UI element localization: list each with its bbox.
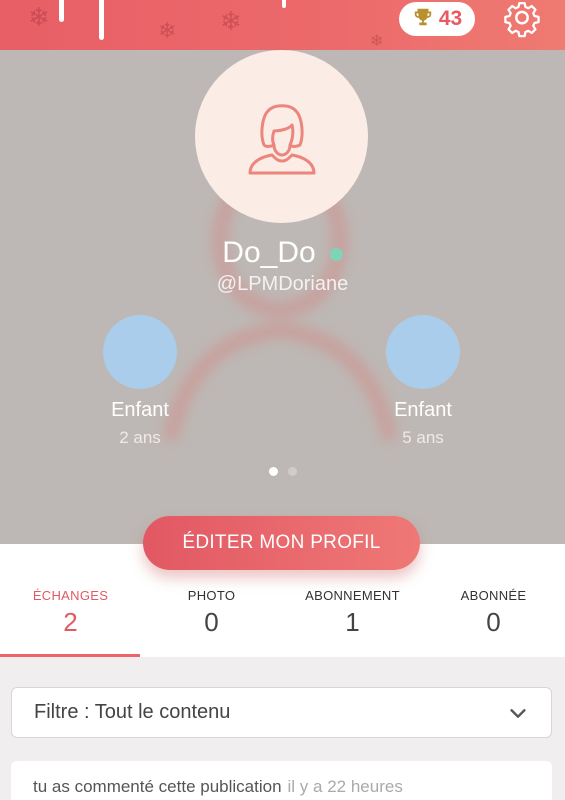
carousel-dot[interactable] <box>287 467 297 476</box>
tab-photo[interactable]: PHOTO 0 <box>141 588 282 638</box>
child-age: 2 ans <box>119 428 161 447</box>
stat-label: ABONNEMENT <box>305 588 400 603</box>
stat-value: 0 <box>204 607 219 637</box>
trophy-icon <box>412 6 434 33</box>
snowflake-icon: ❄ <box>28 2 50 32</box>
trophy-count: 43 <box>438 7 463 30</box>
activity-text: tu as commenté cette publication <box>33 777 282 796</box>
gear-icon <box>504 1 540 38</box>
snowflake-icon: ❄ <box>370 33 384 50</box>
carousel-dot-active[interactable] <box>268 467 278 476</box>
stat-value: 1 <box>345 607 360 637</box>
activity-timestamp: il y a 22 heures <box>287 777 403 796</box>
active-tab-underline <box>0 654 140 657</box>
stat-label: ABONNÉE <box>460 588 527 603</box>
stat-label: ÉCHANGES <box>32 588 109 603</box>
profile-avatar[interactable] <box>195 50 368 223</box>
icicle-decoration <box>282 0 286 8</box>
top-bar: ❄ ❄ ❄ ❄ 43 <box>0 0 565 50</box>
stat-value: 2 <box>63 607 78 637</box>
child-label: Enfant <box>111 399 169 421</box>
icicle-decoration <box>99 0 104 40</box>
filter-label: Filtre : Tout le contenu <box>34 701 231 723</box>
profile-header: Do_Do @LPMDoriane Enfant 2 ans Enfant 5 … <box>0 50 565 544</box>
settings-button[interactable] <box>503 0 541 38</box>
content-filter-select[interactable]: Filtre : Tout le contenu <box>11 687 552 738</box>
snowflake-icon: ❄ <box>220 6 242 36</box>
icicle-decoration <box>59 0 64 22</box>
edit-profile-button[interactable]: ÉDITER MON PROFIL <box>143 516 420 570</box>
child-card[interactable]: Enfant 2 ans <box>60 315 220 448</box>
carousel-indicator <box>0 463 565 481</box>
tab-echanges[interactable]: ÉCHANGES 2 <box>0 588 141 638</box>
child-avatar <box>103 315 177 389</box>
chevron-down-icon <box>510 708 526 718</box>
trophy-badge[interactable]: 43 <box>399 2 475 36</box>
child-avatar <box>386 315 460 389</box>
online-status-indicator <box>329 248 343 262</box>
child-age: 5 ans <box>402 428 444 447</box>
child-card[interactable]: Enfant 5 ans <box>343 315 503 448</box>
profile-name-row: Do_Do <box>0 236 565 270</box>
child-label: Enfant <box>394 399 452 421</box>
user-handle: @LPMDoriane <box>216 273 349 295</box>
username: Do_Do <box>222 236 316 269</box>
tab-abonnee[interactable]: ABONNÉE 0 <box>423 588 564 638</box>
snowflake-icon: ❄ <box>158 18 177 43</box>
user-silhouette-icon <box>248 103 315 174</box>
stat-value: 0 <box>486 607 501 637</box>
activity-item[interactable]: tu as commenté cette publication il y a 2… <box>11 761 552 800</box>
tab-abonnement[interactable]: ABONNEMENT 1 <box>282 588 423 638</box>
stat-label: PHOTO <box>187 588 236 603</box>
